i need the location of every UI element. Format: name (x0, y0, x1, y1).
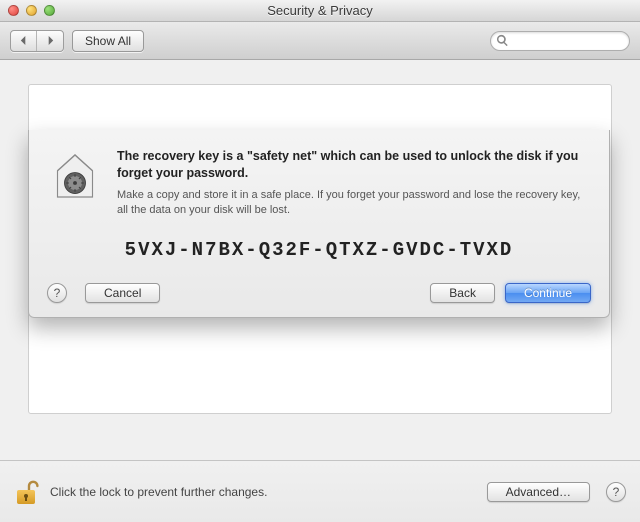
back-sheet-button[interactable]: Back (430, 283, 495, 303)
recovery-key-value: 5VXJ-N7BX-Q32F-QTXZ-GVDC-TVXD (47, 239, 591, 261)
search-input[interactable] (490, 31, 630, 51)
continue-button[interactable]: Continue (505, 283, 591, 303)
sheet-heading: The recovery key is a "safety net" which… (117, 148, 591, 182)
advanced-button[interactable]: Advanced… (487, 482, 590, 502)
chevron-right-icon (46, 36, 55, 45)
toolbar: Show All (0, 22, 640, 60)
minimize-window-button[interactable] (26, 5, 37, 16)
chevron-left-icon (19, 36, 28, 45)
lock-message: Click the lock to prevent further change… (50, 485, 477, 499)
filevault-icon (47, 148, 103, 231)
content-area: ████████ ███████████████████████████████… (0, 60, 640, 460)
search-wrap (490, 31, 630, 51)
help-button[interactable]: ? (47, 283, 67, 303)
lock-icon[interactable] (14, 477, 40, 507)
back-button[interactable] (11, 31, 37, 51)
window-title: Security & Privacy (0, 3, 640, 18)
cancel-button[interactable]: Cancel (85, 283, 160, 303)
sheet-subtext: Make a copy and store it in a safe place… (117, 188, 591, 218)
recovery-key-sheet: The recovery key is a "safety net" which… (28, 130, 610, 318)
footer: Click the lock to prevent further change… (0, 460, 640, 522)
search-icon (496, 34, 509, 47)
nav-segment (10, 30, 64, 52)
forward-button[interactable] (37, 31, 63, 51)
window-controls (8, 5, 55, 16)
footer-help-button[interactable]: ? (606, 482, 626, 502)
titlebar: Security & Privacy (0, 0, 640, 22)
show-all-button[interactable]: Show All (72, 30, 144, 52)
zoom-window-button[interactable] (44, 5, 55, 16)
close-window-button[interactable] (8, 5, 19, 16)
